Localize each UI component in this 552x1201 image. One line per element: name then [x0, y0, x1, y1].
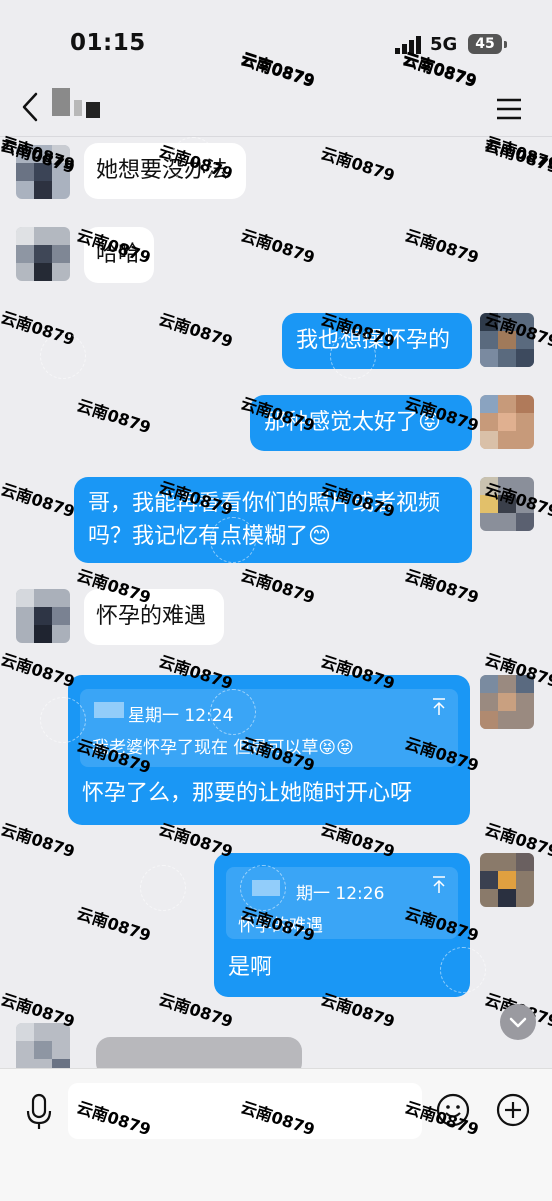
watermark: 云南0879 — [238, 225, 318, 268]
mic-icon[interactable] — [24, 1093, 54, 1131]
quoted-sender-pixelated — [252, 880, 280, 896]
watermark: 云南0879 — [402, 565, 482, 608]
avatar[interactable] — [16, 589, 70, 643]
menu-icon[interactable] — [492, 94, 526, 124]
arrow-up-icon[interactable] — [430, 875, 448, 895]
emoji-icon[interactable] — [436, 1093, 470, 1127]
avatar[interactable] — [480, 313, 534, 367]
chat-messages[interactable]: 她想要没办法 哈哈 我也想操怀孕的 那种感觉太好了😝 哥，我能再看看你们的照片或… — [0, 50, 552, 1077]
message-text: 她想要没办法 — [96, 158, 229, 183]
message-text: 怀孕了么，那要的让她随时开心呀 — [82, 781, 413, 806]
message-text-line: 吗？我记忆有点模糊了😊 — [88, 524, 331, 549]
watermark: 云南0879 — [0, 479, 78, 522]
quoted-message[interactable]: 期一 12:26 怀孕的难遇 — [226, 867, 458, 939]
quoted-sender-pixelated — [94, 702, 124, 718]
back-icon[interactable] — [16, 90, 46, 124]
contact-name-pixelated[interactable] — [52, 88, 104, 120]
watermark: 云南0879 — [0, 819, 78, 862]
message-text: 是啊 — [228, 955, 273, 980]
quoted-text: 怀孕的难遇 — [238, 916, 323, 936]
network-type: 5G — [430, 34, 458, 55]
chevron-down-icon — [509, 1017, 527, 1028]
avatar[interactable] — [480, 675, 534, 729]
watermark: 云南0879 — [318, 143, 398, 186]
message-text: 怀孕的难遇 — [96, 604, 207, 629]
watermark: 云南0879 — [0, 649, 78, 692]
watermark: 云南0879 — [74, 903, 154, 946]
quoted-timestamp: 星期一 12:24 — [128, 706, 234, 726]
battery-level: 45 — [468, 34, 502, 54]
quoted-timestamp: 期一 12:26 — [296, 884, 385, 904]
signal-icon — [395, 36, 421, 54]
arrow-up-icon[interactable] — [430, 697, 448, 717]
message-bubble[interactable]: 哈哈 — [84, 227, 154, 283]
status-bar: 01:15 5G 45 — [0, 0, 552, 80]
avatar[interactable] — [16, 145, 70, 199]
quoted-message[interactable]: 星期一 12:24 我老婆怀孕了现在 但是可以草😝😝 — [80, 689, 458, 767]
message-text: 哈哈 — [96, 242, 141, 267]
message-text-line: 哥，我能再看看你们的照片或者视频 — [88, 491, 441, 516]
avatar[interactable] — [480, 395, 534, 449]
watermark: 云南0879 — [74, 395, 154, 438]
message-bubble[interactable]: 她想要没办法 — [84, 143, 246, 199]
watermark: 云南0879 — [482, 135, 552, 178]
chat-header — [0, 80, 552, 137]
message-bubble[interactable]: 我也想操怀孕的 — [282, 313, 472, 369]
avatar[interactable] — [16, 227, 70, 281]
watermark: 云南0879 — [238, 565, 318, 608]
scroll-to-bottom-button[interactable] — [500, 1004, 536, 1040]
quoted-text: 我老婆怀孕了现在 但是可以草😝😝 — [92, 738, 354, 758]
message-text: 我也想操怀孕的 — [296, 328, 451, 353]
message-bubble[interactable]: 哥，我能再看看你们的照片或者视频 吗？我记忆有点模糊了😊 — [74, 477, 472, 563]
message-input[interactable] — [68, 1083, 422, 1139]
avatar[interactable] — [480, 853, 534, 907]
avatar[interactable] — [480, 477, 534, 531]
watermark: 云南0879 — [402, 225, 482, 268]
message-bubble[interactable]: 怀孕的难遇 — [84, 589, 224, 645]
battery-icon — [504, 41, 507, 48]
status-time: 01:15 — [70, 30, 146, 56]
message-bubble[interactable]: 那种感觉太好了😝 — [250, 395, 472, 451]
input-bar: 云南0879 云南0879 云南0879 — [0, 1068, 552, 1201]
watermark: 云南0879 — [0, 307, 78, 350]
message-bubble[interactable]: 星期一 12:24 我老婆怀孕了现在 但是可以草😝😝 怀孕了么，那要的让她随时开… — [68, 675, 470, 825]
watermark: 云南0879 — [156, 309, 236, 352]
plus-icon[interactable] — [496, 1093, 530, 1127]
message-text: 那种感觉太好了😝 — [264, 410, 441, 435]
message-bubble[interactable]: 期一 12:26 怀孕的难遇 是啊 — [214, 853, 470, 997]
